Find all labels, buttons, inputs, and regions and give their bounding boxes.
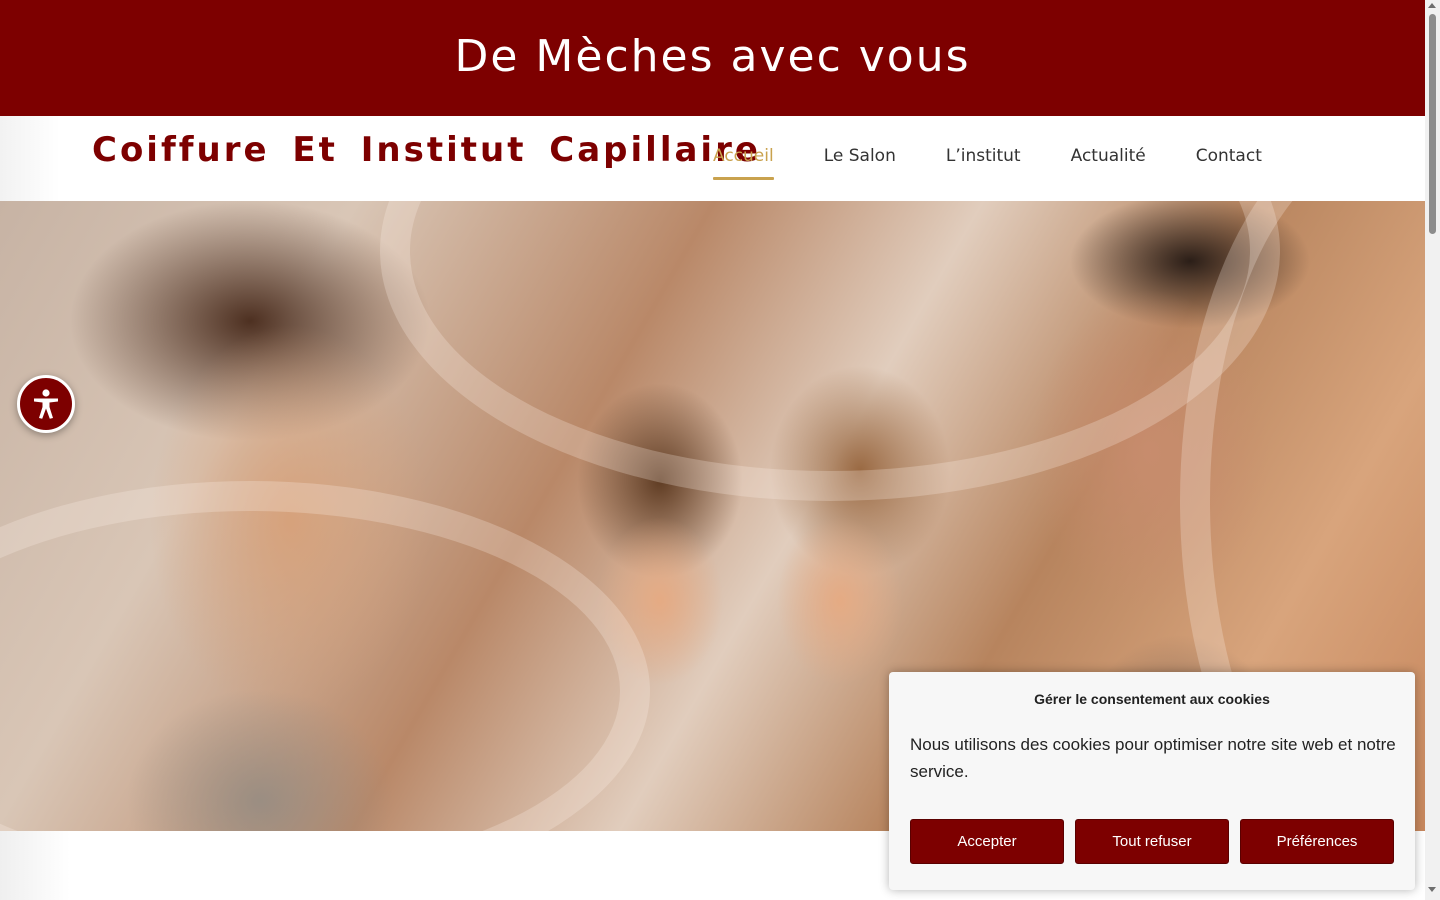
cookie-consent-banner: Gérer le consentement aux cookies Nous u… (889, 672, 1415, 890)
hero-swirl-decoration (380, 201, 1280, 501)
refuse-cookies-button[interactable]: Tout refuser (1075, 819, 1229, 864)
top-banner: De Mèches avec vous (0, 0, 1425, 116)
banner-title: De Mèches avec vous (454, 30, 971, 82)
accessibility-person-icon (34, 389, 58, 419)
main-nav: Accueil Le Salon L’institut Actualité Co… (713, 146, 1312, 180)
accessibility-button[interactable] (17, 375, 75, 433)
scrollbar-thumb[interactable] (1429, 14, 1436, 234)
site-title[interactable]: Coiffure Et Institut Capillaire (92, 130, 761, 170)
cookie-title: Gérer le consentement aux cookies (1034, 691, 1270, 707)
site-header: Coiffure Et Institut Capillaire Accueil … (0, 116, 1425, 201)
scroll-up-icon[interactable] (1428, 3, 1436, 8)
cookie-preferences-button[interactable]: Préférences (1240, 819, 1394, 864)
nav-item-le-salon[interactable]: Le Salon (824, 146, 896, 180)
cookie-message: Nous utilisons des cookies pour optimise… (910, 735, 1396, 781)
hero-swirl-decoration (0, 481, 650, 831)
nav-item-actualite[interactable]: Actualité (1071, 146, 1146, 180)
scroll-down-icon[interactable] (1428, 887, 1436, 892)
nav-item-contact[interactable]: Contact (1196, 146, 1262, 180)
page-scrollbar[interactable] (1425, 0, 1440, 900)
nav-item-accueil[interactable]: Accueil (713, 146, 774, 180)
nav-item-institut[interactable]: L’institut (946, 146, 1021, 180)
accept-cookies-button[interactable]: Accepter (910, 819, 1064, 864)
